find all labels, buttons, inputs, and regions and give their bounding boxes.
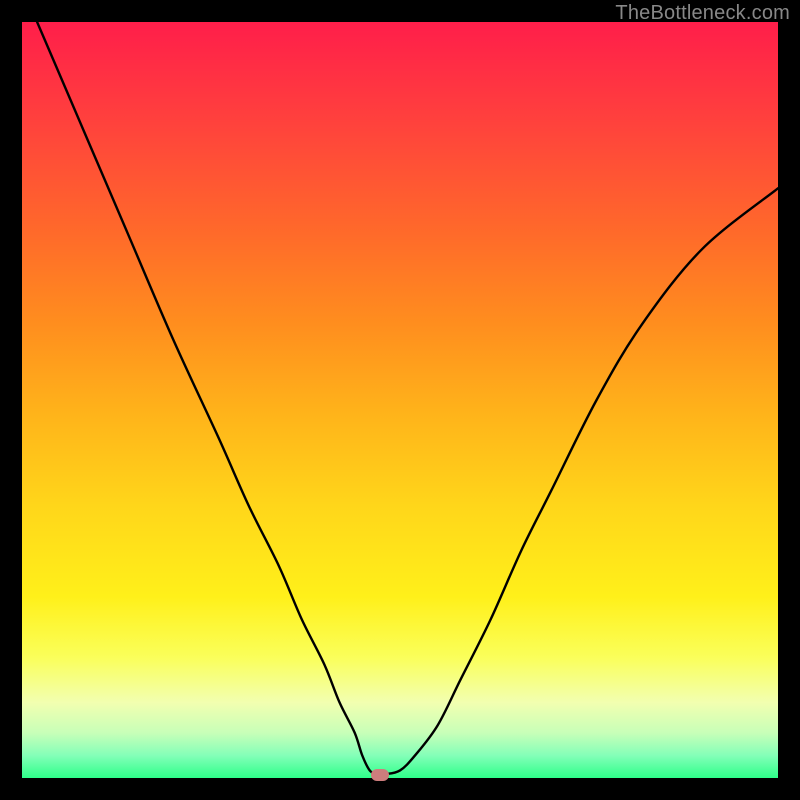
bottleneck-curve [37,22,778,775]
watermark-text: TheBottleneck.com [615,2,790,25]
curve-svg [22,22,778,778]
plot-area [22,22,778,778]
chart-frame: TheBottleneck.com [0,0,800,800]
minimum-marker [371,769,389,781]
